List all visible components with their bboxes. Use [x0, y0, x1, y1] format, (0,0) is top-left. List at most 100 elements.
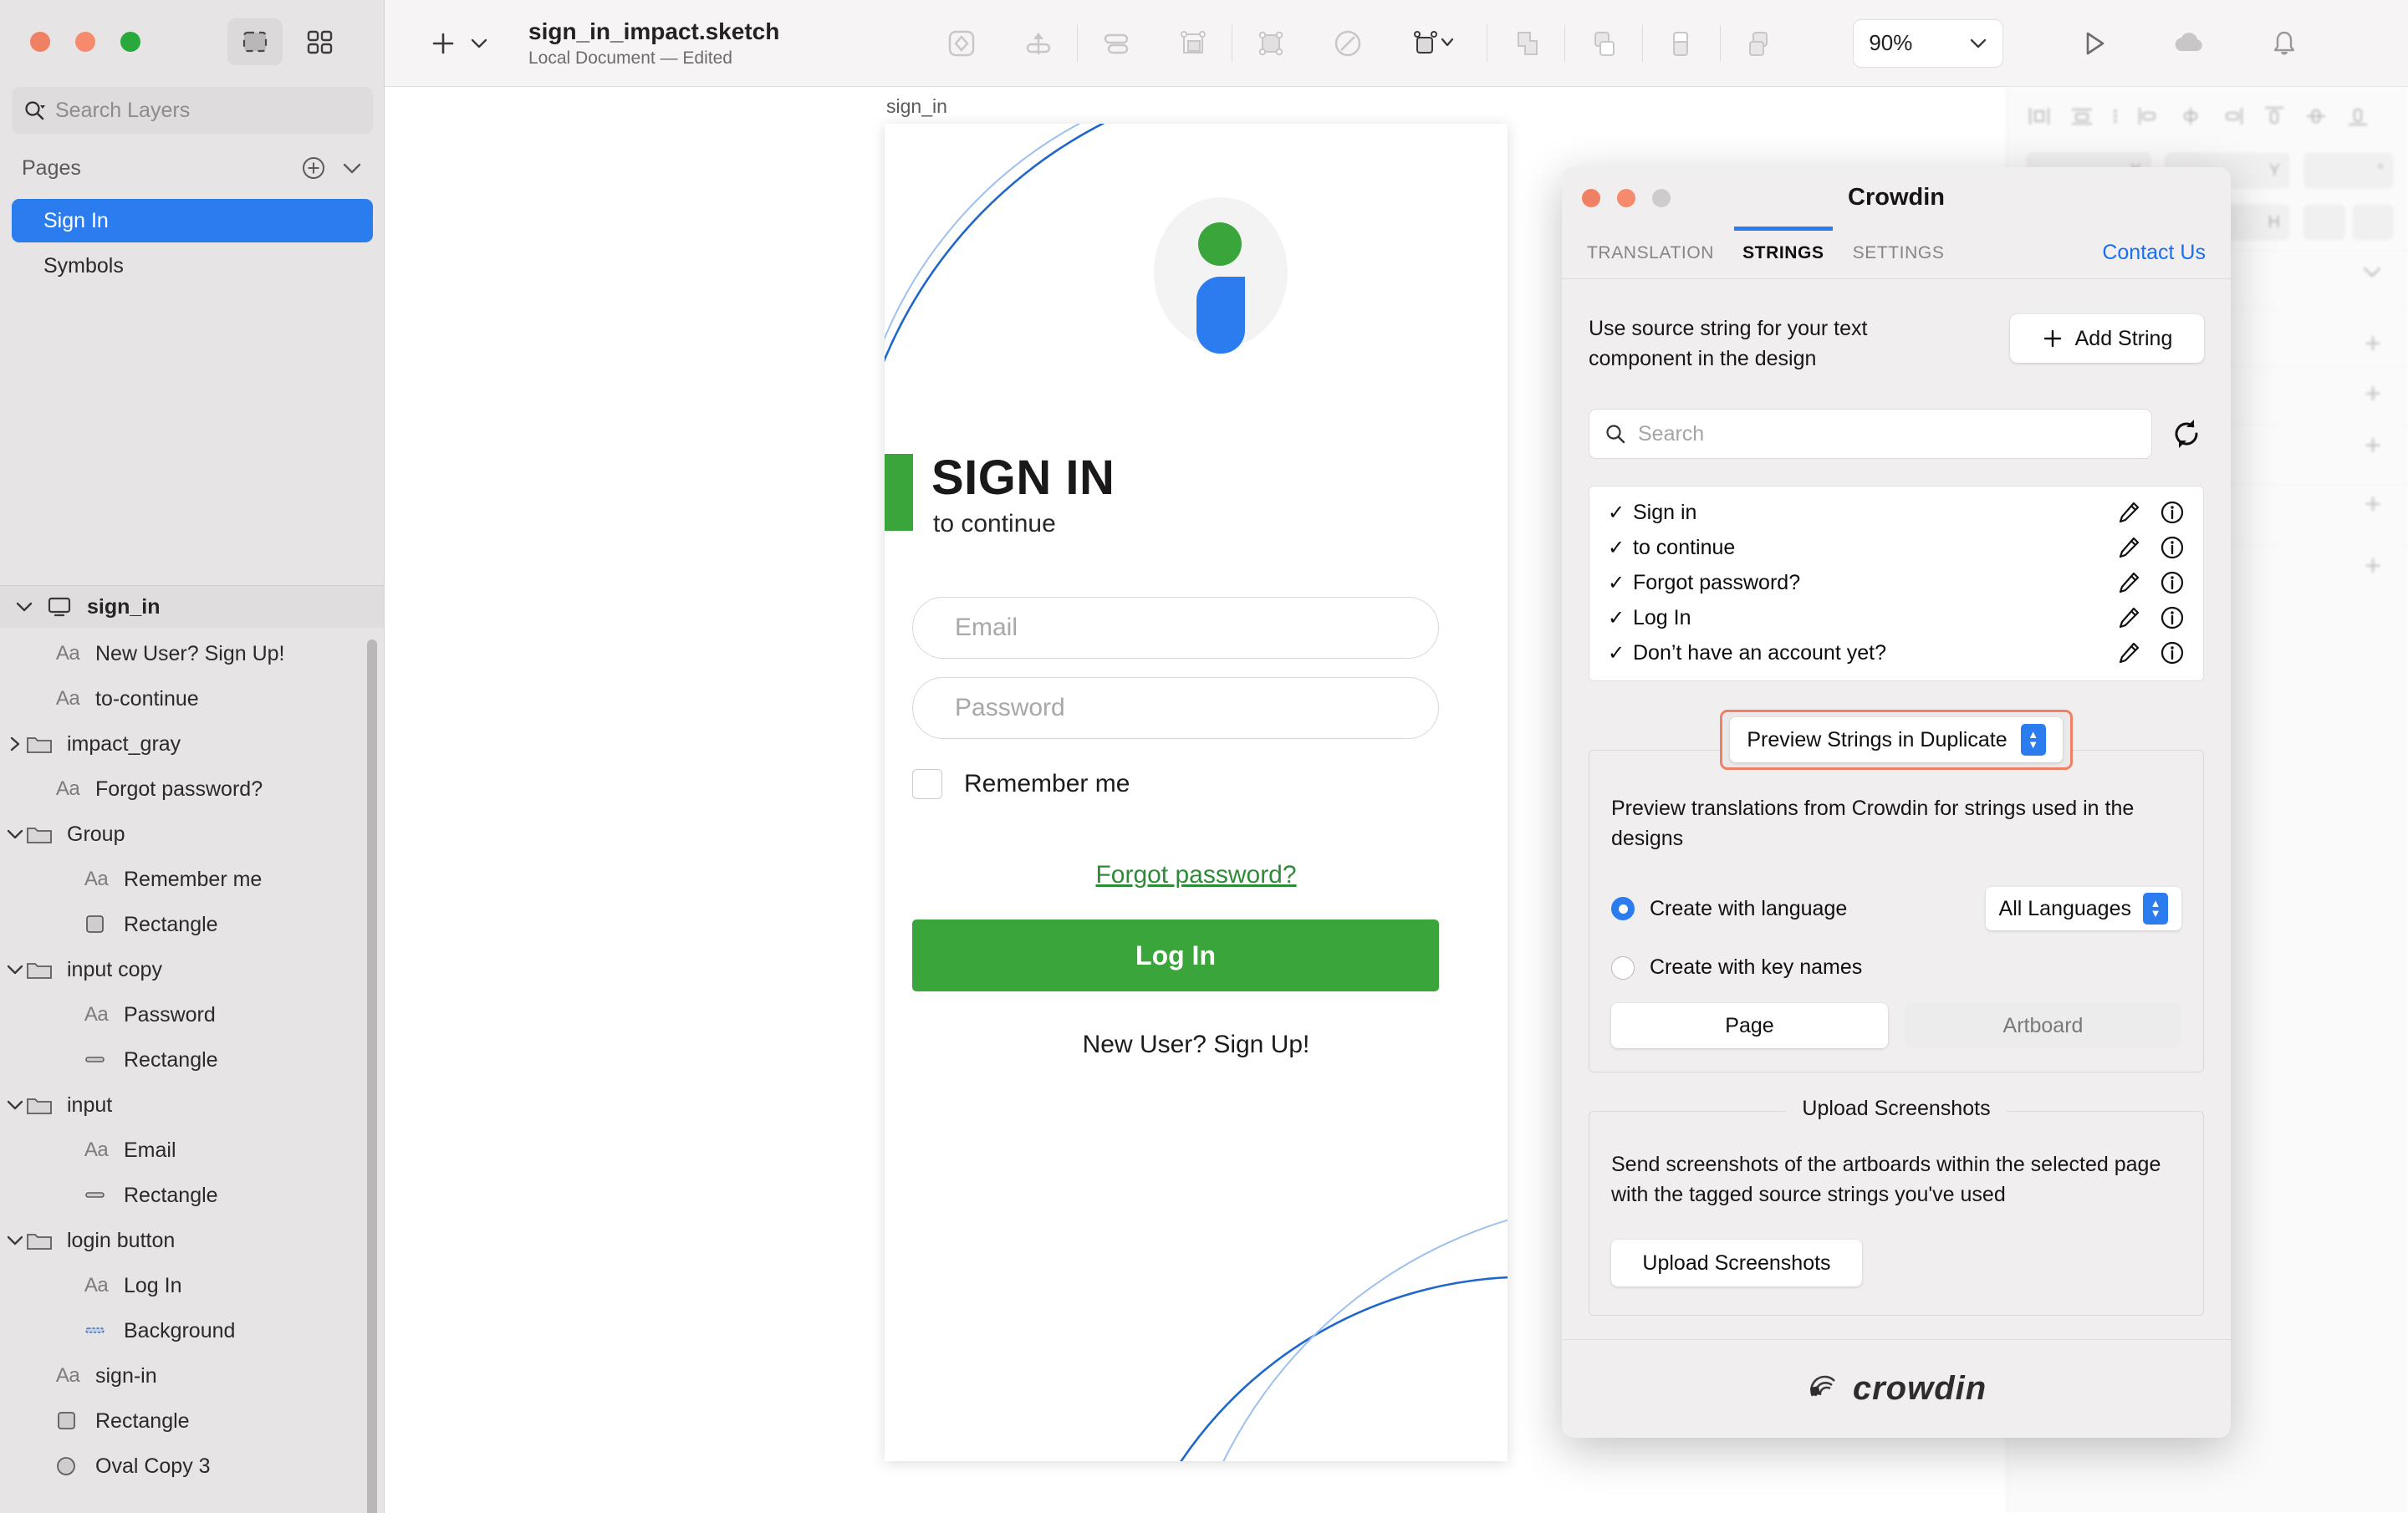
union-button[interactable]	[1487, 0, 1564, 87]
layer-row[interactable]: AaLog In	[0, 1263, 384, 1308]
inspector-add-blur-button[interactable]: +	[2365, 552, 2381, 580]
radio-button-off-icon[interactable]	[1611, 956, 1635, 980]
info-icon[interactable]	[2160, 640, 2185, 665]
layer-row[interactable]: AaRemember me	[0, 857, 384, 902]
info-icon[interactable]	[2160, 535, 2185, 560]
scale-button[interactable]	[1386, 0, 1487, 87]
artboard-login-button[interactable]: Log In	[912, 920, 1439, 991]
layer-row[interactable]: AaForgot password?	[0, 767, 384, 812]
zoom-selector[interactable]: 90%	[1853, 19, 2003, 68]
cloud-button[interactable]	[2150, 0, 2227, 87]
align-left-edge-icon[interactable]	[2135, 102, 2163, 130]
align-right-edge-icon[interactable]	[2218, 102, 2247, 130]
chevron-down-icon[interactable]	[5, 1233, 25, 1248]
edit-pencil-icon[interactable]	[2116, 535, 2141, 560]
layer-row[interactable]: impact_gray	[0, 721, 384, 767]
crowdin-zoom-button[interactable]	[1652, 189, 1671, 207]
chevron-down-icon[interactable]	[1969, 37, 1987, 50]
edit-pencil-icon[interactable]	[2116, 570, 2141, 595]
tab-settings[interactable]: SETTINGS	[1853, 227, 1945, 279]
notifications-button[interactable]	[2246, 0, 2323, 87]
stepper-arrows-icon[interactable]: ▲▼	[2143, 893, 2168, 925]
chevron-down-icon[interactable]	[5, 962, 25, 977]
layer-row[interactable]: AaEmail	[0, 1128, 384, 1173]
add-string-button[interactable]: Add String	[2010, 314, 2204, 363]
create-symbol-button[interactable]	[923, 0, 1000, 87]
crowdin-tab-bar[interactable]: TRANSLATION STRINGS SETTINGS Contact Us	[1562, 227, 2231, 279]
crowdin-close-button[interactable]	[1582, 189, 1600, 207]
remember-me-checkbox[interactable]	[912, 769, 942, 799]
alignment-toolbar[interactable]	[2026, 102, 2372, 130]
maximize-window-button[interactable]	[120, 32, 140, 52]
mask-button[interactable]	[1232, 0, 1309, 87]
preview-button[interactable]	[2055, 0, 2132, 87]
layer-row[interactable]: login button	[0, 1218, 384, 1263]
layer-row[interactable]: AaNew User? Sign Up!	[0, 631, 384, 676]
upload-screenshots-button[interactable]: Upload Screenshots	[1611, 1240, 1862, 1286]
info-icon[interactable]	[2160, 500, 2185, 525]
intersect-button[interactable]	[1643, 0, 1720, 87]
refresh-icon[interactable]	[2169, 416, 2204, 451]
string-row[interactable]: ✓Log In	[1589, 600, 2203, 635]
layer-row[interactable]: Rectangle	[0, 1037, 384, 1083]
more-options-icon[interactable]	[2110, 102, 2121, 130]
layer-root-row[interactable]: sign_in	[0, 586, 384, 628]
rotate-copies-button[interactable]	[1309, 0, 1386, 87]
close-window-button[interactable]	[30, 32, 50, 52]
distribute-button[interactable]	[1078, 0, 1155, 87]
radio-create-with-key-names[interactable]: Create with key names	[1611, 955, 1862, 980]
layer-row[interactable]: Rectangle	[0, 902, 384, 947]
inspector-add-shadow-button[interactable]: +	[2365, 431, 2381, 460]
language-select[interactable]: All Languages ▲▼	[1986, 887, 2181, 930]
strings-list[interactable]: ✓Sign in✓to continue✓Forgot password?✓Lo…	[1589, 486, 2204, 681]
align-left-icon[interactable]	[2026, 102, 2054, 130]
layer-row[interactable]: Group	[0, 812, 384, 857]
inspector-add-border-button[interactable]: +	[2365, 380, 2381, 408]
grid-view-button[interactable]	[293, 18, 348, 65]
layer-row[interactable]: Oval Copy 3	[0, 1444, 384, 1489]
artboard-signup-text[interactable]: New User? Sign Up!	[885, 1031, 1508, 1059]
layers-view-button[interactable]	[227, 18, 283, 65]
distribute-vertical-icon[interactable]	[2068, 102, 2096, 130]
align-top-icon[interactable]	[2260, 102, 2288, 130]
plus-icon[interactable]	[428, 28, 458, 59]
artboard-remember-row[interactable]: Remember me	[912, 769, 1130, 799]
stepper-arrows-icon[interactable]: ▲▼	[2021, 724, 2046, 756]
tab-translation[interactable]: TRANSLATION	[1587, 227, 1714, 279]
sidebar-page-symbols[interactable]: Symbols	[12, 244, 373, 288]
info-icon[interactable]	[2160, 605, 2185, 630]
artboard-button[interactable]: Artboard	[1905, 1003, 2181, 1048]
subtract-button[interactable]	[1565, 0, 1642, 87]
chevron-down-icon[interactable]	[341, 160, 363, 176]
chevron-down-icon[interactable]	[5, 827, 25, 842]
info-icon[interactable]	[2160, 570, 2185, 595]
artboard-password-field[interactable]: Password	[912, 677, 1439, 739]
chevron-down-icon[interactable]	[15, 600, 33, 614]
difference-button[interactable]	[1721, 0, 1798, 87]
sidebar-page-sign-in[interactable]: Sign In	[12, 199, 373, 242]
chevron-down-icon[interactable]	[2361, 264, 2383, 279]
inspector-add-fill-button[interactable]: +	[2365, 329, 2381, 358]
search-layers-input[interactable]: Search Layers	[12, 87, 373, 134]
layer-row[interactable]: input	[0, 1083, 384, 1128]
layer-row[interactable]: Rectangle	[0, 1173, 384, 1218]
string-row[interactable]: ✓to continue	[1589, 530, 2203, 565]
insert-menu[interactable]	[428, 28, 488, 59]
layer-row[interactable]: Aato-continue	[0, 676, 384, 721]
layer-row[interactable]: input copy	[0, 947, 384, 992]
minimize-window-button[interactable]	[75, 32, 95, 52]
artboard-forgot-password-link[interactable]: Forgot password?	[885, 861, 1508, 889]
crowdin-plugin-panel[interactable]: Crowdin TRANSLATION STRINGS SETTINGS Con…	[1562, 167, 2231, 1438]
crowdin-search-input[interactable]: Search	[1589, 409, 2152, 459]
contact-us-link[interactable]: Contact Us	[2102, 241, 2206, 265]
edit-pencil-icon[interactable]	[2116, 605, 2141, 630]
layer-list[interactable]: AaNew User? Sign Up!Aato-continueimpact_…	[0, 631, 384, 1513]
group-button[interactable]	[1155, 0, 1232, 87]
artboard-name-label[interactable]: sign_in	[886, 95, 947, 118]
export-button[interactable]	[1000, 0, 1077, 87]
tab-strings[interactable]: STRINGS	[1742, 227, 1824, 279]
crowdin-minimize-button[interactable]	[1617, 189, 1635, 207]
artboard-sign-in[interactable]: SIGN IN to continue Email Password Remem…	[885, 124, 1508, 1461]
inspector-add-inner-shadow-button[interactable]: +	[2365, 490, 2381, 518]
align-bottom-icon[interactable]	[2344, 102, 2372, 130]
